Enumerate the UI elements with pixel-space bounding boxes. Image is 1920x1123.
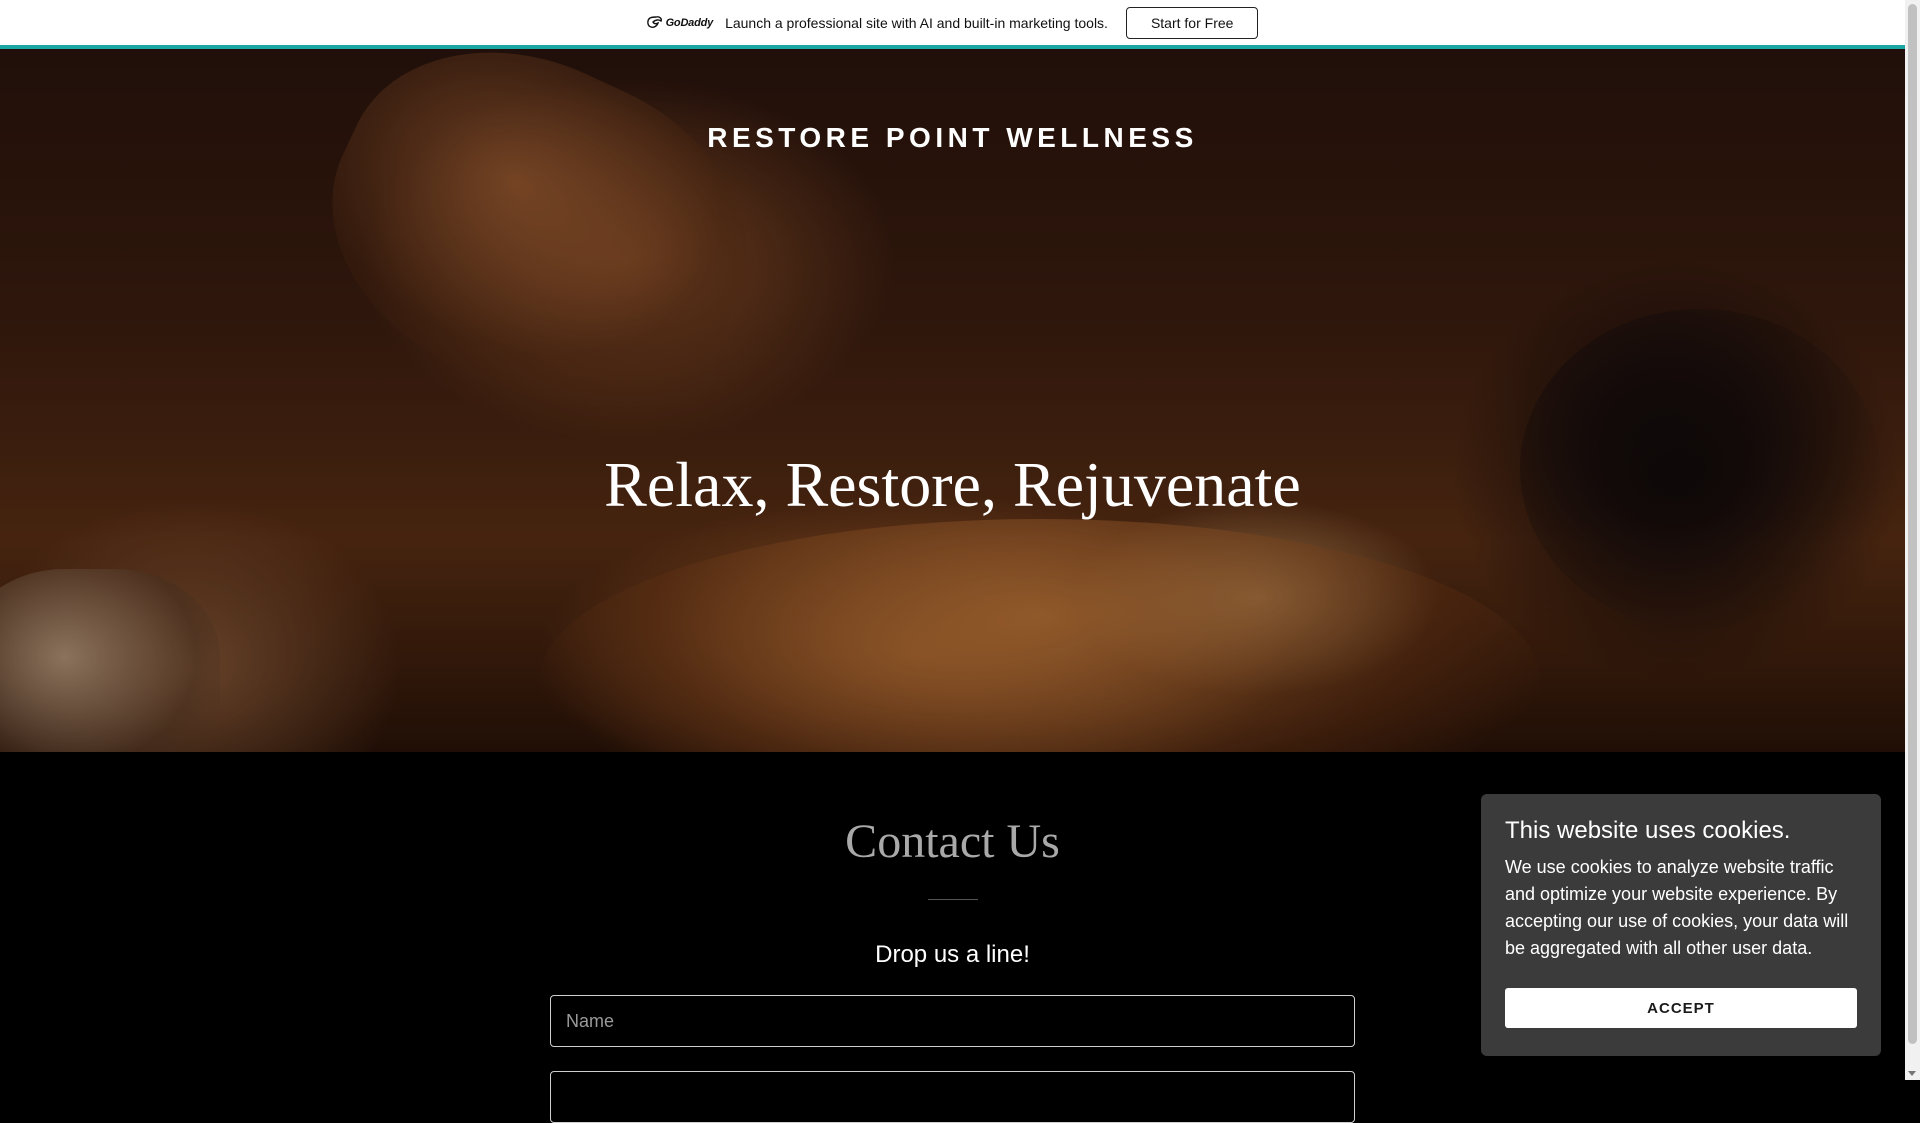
hero-heading: Relax, Restore, Rejuvenate bbox=[604, 449, 1301, 520]
name-input[interactable] bbox=[550, 995, 1355, 1047]
promo-message: Launch a professional site with AI and b… bbox=[725, 14, 1108, 31]
godaddy-logo[interactable]: GoDaddy bbox=[646, 16, 714, 29]
page-scrollbar[interactable] bbox=[1905, 0, 1920, 1080]
hero-overlay bbox=[0, 49, 1905, 752]
scroll-down-arrow-icon[interactable] bbox=[1908, 1071, 1916, 1076]
godaddy-logo-text: GoDaddy bbox=[665, 16, 714, 29]
accept-cookies-button[interactable]: ACCEPT bbox=[1505, 988, 1857, 1028]
site-title[interactable]: RESTORE POINT WELLNESS bbox=[0, 122, 1905, 154]
contact-divider bbox=[928, 899, 978, 900]
start-for-free-button[interactable]: Start for Free bbox=[1125, 6, 1259, 39]
promo-banner: GoDaddy Launch a professional site with … bbox=[0, 0, 1905, 49]
hero-section: RESTORE POINT WELLNESS Relax, Restore, R… bbox=[0, 49, 1905, 752]
cookie-body: We use cookies to analyze website traffi… bbox=[1505, 857, 1849, 958]
email-input[interactable] bbox=[550, 1071, 1355, 1123]
cookie-banner: This website uses cookies. We use cookie… bbox=[1481, 794, 1881, 1056]
godaddy-icon bbox=[646, 16, 662, 28]
cookie-title: This website uses cookies. bbox=[1505, 817, 1791, 844]
scrollbar-thumb[interactable] bbox=[1908, 4, 1917, 1044]
